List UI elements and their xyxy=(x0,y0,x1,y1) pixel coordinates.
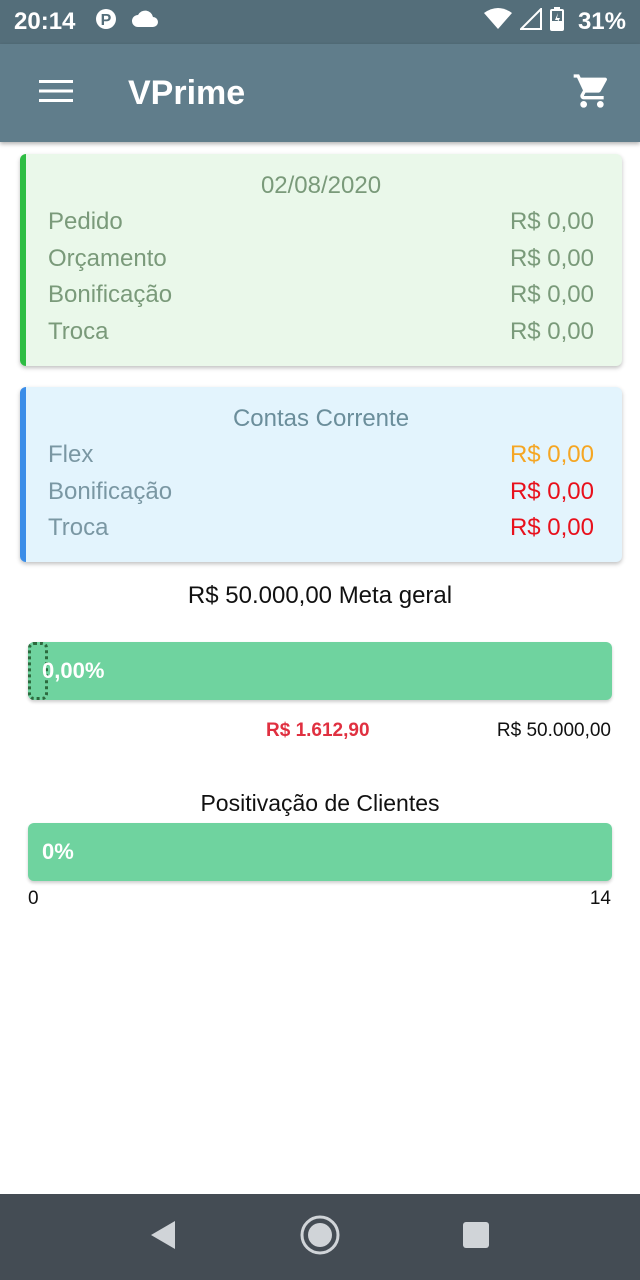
recents-icon xyxy=(462,1221,490,1254)
row-label: Flex xyxy=(48,441,94,468)
row-orcamento: Orçamento R$ 0,00 xyxy=(48,241,594,278)
nav-bar xyxy=(0,1194,640,1280)
positivacao-progress-label: 0% xyxy=(42,839,74,864)
battery-icon xyxy=(549,6,564,38)
app-title: VPrime xyxy=(128,73,246,112)
row-label: Troca xyxy=(48,514,109,541)
menu-icon xyxy=(39,79,73,108)
home-button[interactable] xyxy=(290,1207,350,1267)
card-date: 02/08/2020 xyxy=(260,172,382,199)
row-bonificacao: Bonificação R$ 0,00 xyxy=(48,277,594,314)
cart-icon xyxy=(572,71,612,116)
positivacao-title: Positivação de Clientes xyxy=(200,790,440,816)
row-value: R$ 0,00 xyxy=(509,208,594,235)
meta-target-value: R$ 50.000,00 xyxy=(496,720,611,741)
meta-progress-label: 0,00% xyxy=(42,658,105,683)
menu-button[interactable] xyxy=(26,63,86,123)
row-troca: Troca R$ 0,00 xyxy=(48,510,594,547)
positivacao-max: 14 xyxy=(589,888,611,909)
row-value: R$ 0,00 xyxy=(509,441,594,468)
positivacao-progress-bar: 0% xyxy=(28,823,612,881)
row-flex: Flex R$ 0,00 xyxy=(48,437,594,474)
cart-button[interactable] xyxy=(564,65,620,121)
row-value: R$ 0,00 xyxy=(509,477,594,505)
positivacao-min: 0 xyxy=(28,888,39,909)
row-label: Bonificação xyxy=(48,477,173,505)
row-label: Orçamento xyxy=(48,244,167,272)
meta-current-value: R$ 1.612,90 xyxy=(266,720,370,741)
row-label: Pedido xyxy=(48,208,123,235)
parking-icon: P xyxy=(95,7,117,38)
meta-progress-bar: 0,00% xyxy=(28,642,612,700)
row-troca: Troca R$ 0,00 xyxy=(48,314,594,351)
card-title: Contas Corrente xyxy=(232,405,410,432)
status-bar: 20:14 P 31% xyxy=(0,0,640,44)
row-label: Troca xyxy=(48,317,109,345)
recents-button[interactable] xyxy=(446,1207,506,1267)
back-button[interactable] xyxy=(134,1207,194,1267)
row-value: R$ 0,00 xyxy=(509,514,594,541)
battery-percent: 31% xyxy=(577,8,626,35)
row-value: R$ 0,00 xyxy=(509,244,594,272)
status-time: 20:14 xyxy=(14,8,76,35)
row-bonificacao: Bonificação R$ 0,00 xyxy=(48,474,594,511)
row-value: R$ 0,00 xyxy=(509,281,594,308)
back-icon xyxy=(149,1219,179,1256)
cellular-icon xyxy=(518,6,542,37)
row-pedido: Pedido R$ 0,00 xyxy=(48,204,594,241)
app-bar: VPrime xyxy=(0,44,640,142)
daily-summary-card[interactable]: 02/08/2020 Pedido R$ 0,00 Orçamento R$ 0… xyxy=(20,154,622,366)
meta-title: R$ 50.000,00 Meta geral xyxy=(187,582,453,609)
svg-text:P: P xyxy=(101,12,112,29)
cloud-icon xyxy=(131,8,159,36)
row-value: R$ 0,00 xyxy=(509,317,594,345)
accounts-card[interactable]: Contas Corrente Flex R$ 0,00 Bonificação… xyxy=(20,387,622,562)
wifi-icon xyxy=(483,7,512,37)
row-label: Bonificação xyxy=(48,281,173,308)
home-icon xyxy=(300,1215,340,1260)
